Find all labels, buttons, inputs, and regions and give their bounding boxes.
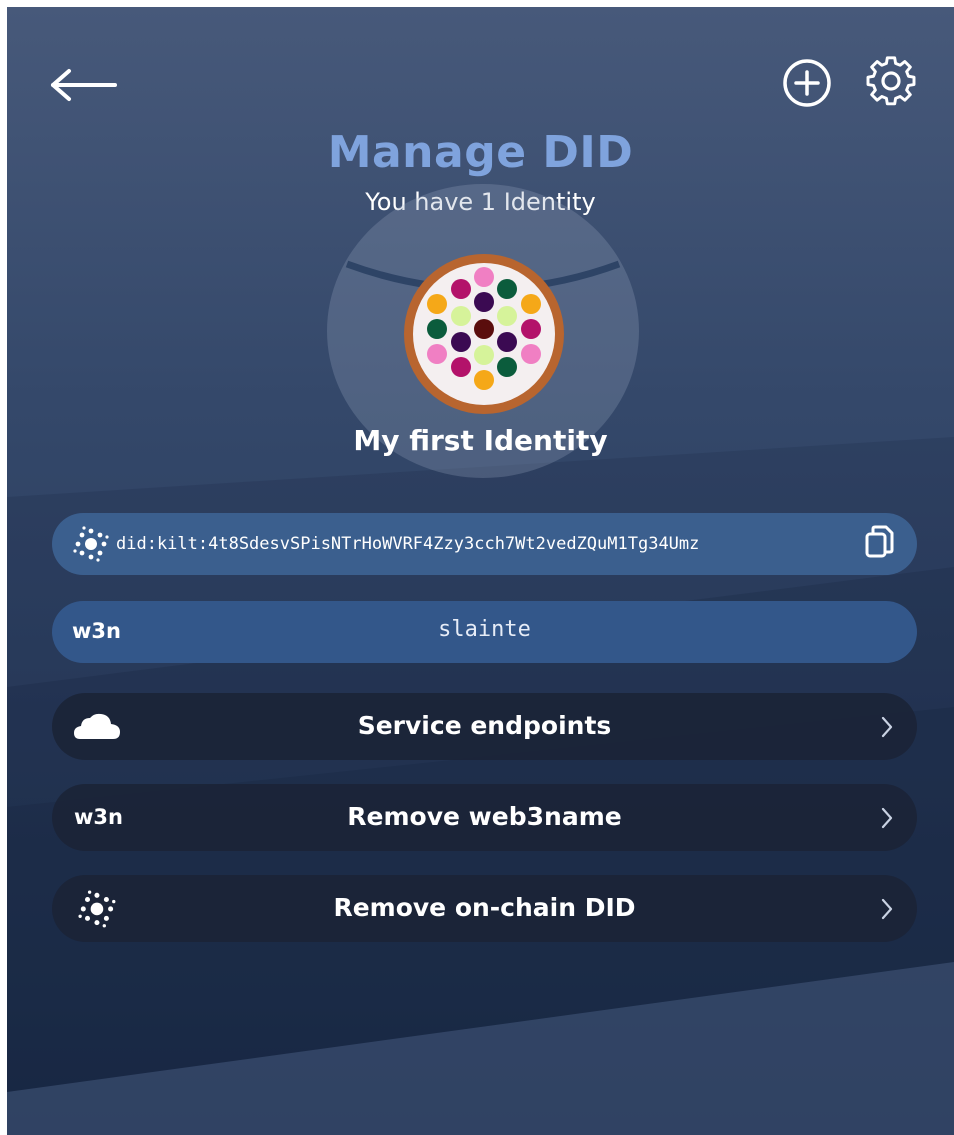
copy-icon: [865, 525, 894, 558]
service-endpoints-button[interactable]: Service endpoints: [52, 693, 917, 760]
arrow-left-icon: [51, 69, 117, 101]
chevron-right-icon: [881, 898, 893, 920]
web3name-field: w3n slainte: [52, 601, 917, 663]
gear-icon: [866, 56, 916, 106]
chevron-right-icon: [881, 807, 893, 829]
add-identity-button[interactable]: [779, 55, 835, 111]
copy-did-button[interactable]: [861, 524, 897, 564]
identity-avatar[interactable]: [399, 249, 569, 419]
page-title: Manage DID: [327, 127, 634, 178]
did-value: did:kilt:4t8SdesvSPisNTrHoWVRF4Zzy3cch7W…: [116, 534, 700, 554]
remove-web3name-label: Remove web3name: [347, 802, 622, 831]
did-field: did:kilt:4t8SdesvSPisNTrHoWVRF4Zzy3cch7W…: [52, 513, 917, 575]
plus-circle-icon: [783, 59, 831, 107]
web3name-value: slainte: [438, 617, 531, 642]
remove-web3name-button[interactable]: w3n Remove web3name: [52, 784, 917, 851]
settings-button[interactable]: [861, 51, 921, 111]
back-button[interactable]: [47, 63, 119, 107]
service-endpoints-label: Service endpoints: [357, 711, 612, 740]
remove-on-chain-did-button[interactable]: Remove on-chain DID: [52, 875, 917, 942]
chevron-right-icon: [881, 716, 893, 738]
did-sun-icon: [73, 526, 109, 562]
remove-on-chain-did-label: Remove on-chain DID: [333, 893, 636, 922]
manage-did-screen: Manage DID You have 1 Identity My first …: [7, 7, 954, 1135]
identity-name: My first Identity: [353, 424, 608, 457]
